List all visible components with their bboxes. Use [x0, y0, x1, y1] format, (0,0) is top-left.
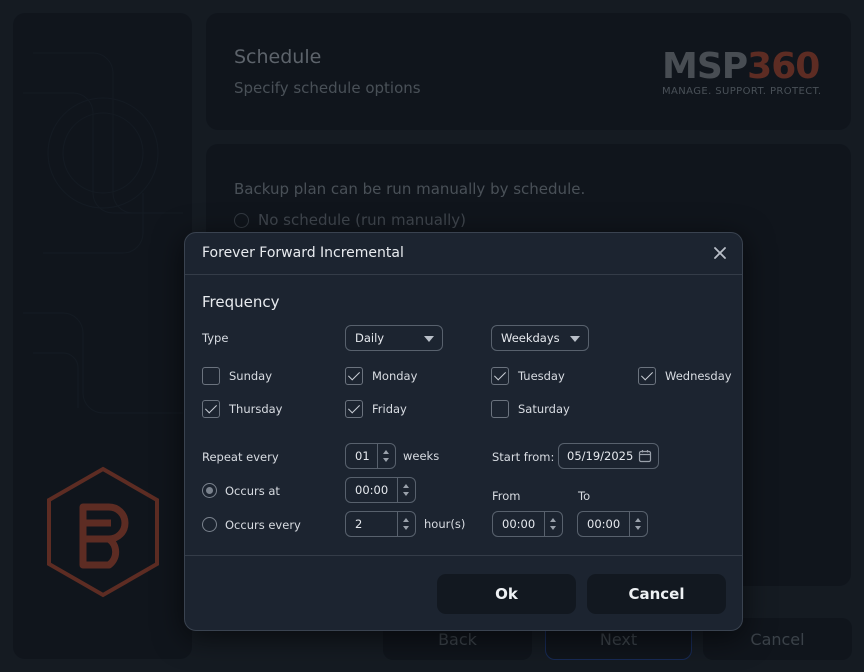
day-thursday[interactable]: Thursday: [202, 400, 282, 418]
chevron-down-icon: [570, 336, 580, 342]
repeat-every-value: 01: [355, 449, 370, 463]
schedule-dialog: Forever Forward Incremental Frequency Ty…: [184, 232, 743, 631]
start-from-label: Start from:: [492, 450, 555, 464]
from-time-value: 00:00: [502, 517, 536, 531]
checkbox[interactable]: [202, 400, 220, 418]
checkbox[interactable]: [491, 400, 509, 418]
occurs-at-label: Occurs at: [225, 483, 280, 498]
occurs-every-option[interactable]: Occurs every: [202, 517, 301, 532]
day-label: Sunday: [229, 369, 273, 383]
stepper-arrows[interactable]: [544, 512, 562, 536]
checkbox[interactable]: [345, 400, 363, 418]
from-time-field[interactable]: 00:00: [492, 511, 563, 537]
frequency-heading: Frequency: [202, 293, 280, 311]
to-time-value: 00:00: [587, 517, 621, 531]
to-label: To: [578, 489, 591, 503]
stepper-arrows[interactable]: [629, 512, 647, 536]
close-icon[interactable]: [710, 243, 730, 263]
type-select-value: Daily: [355, 331, 385, 345]
chevron-down-icon: [424, 336, 434, 342]
stepper-arrows[interactable]: [397, 478, 415, 502]
repeat-unit-label: weeks: [403, 449, 440, 463]
day-sunday[interactable]: Sunday: [202, 367, 272, 385]
day-label: Friday: [372, 402, 407, 416]
day-label: Thursday: [229, 402, 283, 416]
weekdays-select-value: Weekdays: [501, 331, 560, 345]
ok-button[interactable]: Ok: [437, 574, 576, 614]
dialog-header: Forever Forward Incremental: [185, 233, 742, 275]
hours-unit-label: hour(s): [424, 517, 466, 531]
calendar-icon[interactable]: [638, 449, 652, 463]
day-monday[interactable]: Monday: [345, 367, 417, 385]
from-label: From: [492, 489, 521, 503]
occurs-every-stepper[interactable]: 2: [345, 511, 416, 537]
day-label: Monday: [372, 369, 418, 383]
checkbox[interactable]: [491, 367, 509, 385]
occurs-at-time-field[interactable]: 00:00: [345, 477, 416, 503]
weekdays-select[interactable]: Weekdays: [491, 325, 589, 351]
day-friday[interactable]: Friday: [345, 400, 407, 418]
checkbox[interactable]: [638, 367, 656, 385]
to-time-field[interactable]: 00:00: [577, 511, 648, 537]
stepper-arrows[interactable]: [397, 512, 415, 536]
type-select[interactable]: Daily: [345, 325, 443, 351]
day-wednesday[interactable]: Wednesday: [638, 367, 732, 385]
occurs-at-radio[interactable]: [202, 483, 217, 498]
dialog-title: Forever Forward Incremental: [202, 245, 404, 261]
dialog-footer: Ok Cancel: [185, 555, 742, 631]
type-label: Type: [202, 331, 229, 345]
repeat-every-stepper[interactable]: 01: [345, 443, 396, 469]
day-label: Tuesday: [518, 369, 565, 383]
occurs-at-option[interactable]: Occurs at: [202, 483, 280, 498]
day-tuesday[interactable]: Tuesday: [491, 367, 565, 385]
occurs-every-value: 2: [355, 517, 363, 531]
repeat-every-label: Repeat every: [202, 450, 279, 464]
day-label: Wednesday: [665, 369, 732, 383]
occurs-at-value: 00:00: [355, 483, 389, 497]
checkbox[interactable]: [202, 367, 220, 385]
day-saturday[interactable]: Saturday: [491, 400, 570, 418]
cancel-button[interactable]: Cancel: [587, 574, 726, 614]
stepper-arrows[interactable]: [377, 444, 395, 468]
start-date-field[interactable]: 05/19/2025: [558, 443, 659, 469]
occurs-every-radio[interactable]: [202, 517, 217, 532]
occurs-every-label: Occurs every: [225, 517, 301, 532]
day-label: Saturday: [518, 402, 570, 416]
checkbox[interactable]: [345, 367, 363, 385]
start-date-value: 05/19/2025: [567, 449, 634, 463]
